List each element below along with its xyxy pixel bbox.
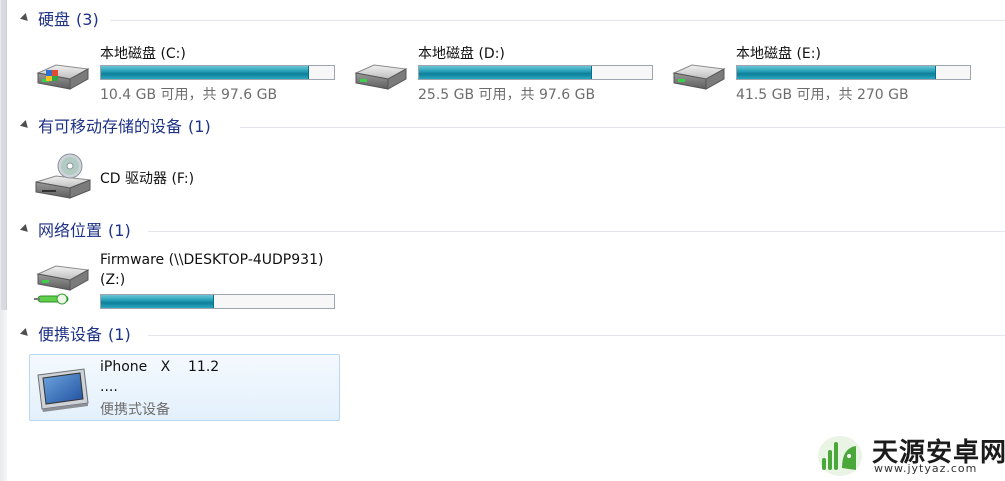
cd-drive-f[interactable]: CD 驱动器 (F:) [32,148,342,206]
capacity-bar [100,294,335,309]
device-name: iPhone X 11.2 [100,359,220,375]
cd-drive-icon [35,153,91,199]
drive-e[interactable]: 本地磁盘 (E:) 41.5 GB 可用，共 270 GB [668,43,978,103]
hard-disk-icon [36,64,90,90]
watermark-logo-icon [818,436,862,476]
group-network-locations: 网络位置 (1) Firmware (\\DESKTOP-4UDP931) (Z:… [0,220,1005,320]
device-detail: .... [100,379,118,395]
watermark-url: www.jytyaz.com [874,462,978,475]
collapse-arrow-icon[interactable] [20,120,31,131]
capacity-fill [101,295,214,308]
group-removable-storage: 有可移动存储的设备 (1) CD 驱动器 (F:) [0,116,1005,206]
network-drive-name: Firmware (\\DESKTOP-4UDP931) [100,252,324,268]
group-title-text: 有可移动存储的设备 [38,117,183,136]
group-title: 便携设备 (1) [38,324,131,346]
group-title: 网络位置 (1) [38,220,131,242]
hard-disk-icon [354,64,408,90]
drive-name: CD 驱动器 (F:) [100,171,195,187]
group-title-text: 网络位置 [38,221,103,240]
group-count: (3) [76,10,99,29]
group-count: (1) [108,325,131,344]
capacity-bar [736,65,971,80]
capacity-fill [101,66,310,79]
network-drive-icon [34,265,90,305]
capacity-fill [419,66,593,79]
drive-name: 本地磁盘 (C:) [100,46,186,62]
hard-disk-icon [672,64,726,90]
capacity-bar [418,65,653,80]
collapse-arrow-icon[interactable] [20,328,31,339]
drive-free-space: 41.5 GB 可用，共 270 GB [736,87,909,103]
watermark: 天源安卓网 www.jytyaz.com [812,432,1005,478]
group-divider [148,231,1005,232]
network-drive-z[interactable]: Firmware (\\DESKTOP-4UDP931) (Z:) [32,252,342,314]
portable-device-icon [37,368,89,412]
group-title-text: 便携设备 [38,325,103,344]
group-title: 硬盘 (3) [38,9,99,31]
group-title-text: 硬盘 [38,10,71,29]
drive-d[interactable]: 本地磁盘 (D:) 25.5 GB 可用，共 97.6 GB [350,43,660,103]
capacity-fill [737,66,937,79]
drive-c[interactable]: 本地磁盘 (C:) 10.4 GB 可用，共 97.6 GB [32,43,342,103]
collapse-arrow-icon[interactable] [20,13,31,24]
group-header-portable[interactable]: 便携设备 (1) [0,324,1005,346]
group-header-removable[interactable]: 有可移动存储的设备 (1) [0,116,1005,138]
drive-name: 本地磁盘 (D:) [418,46,505,62]
group-divider [240,127,1005,128]
drive-free-space: 10.4 GB 可用，共 97.6 GB [100,87,278,103]
group-header-network[interactable]: 网络位置 (1) [0,220,1005,242]
group-count: (1) [108,221,131,240]
collapse-arrow-icon[interactable] [20,224,31,235]
group-divider [148,335,1005,336]
group-header-hard-disks[interactable]: 硬盘 (3) [0,9,1005,31]
device-type: 便携式设备 [100,402,170,418]
capacity-bar [100,65,335,80]
portable-device-iphone[interactable]: iPhone X 11.2 .... 便携式设备 [29,354,340,421]
group-count: (1) [188,117,211,136]
group-divider [110,20,1005,21]
group-title: 有可移动存储的设备 (1) [38,116,211,138]
drive-name: 本地磁盘 (E:) [736,46,821,62]
group-hard-disks: 硬盘 (3) 本地磁盘 (C:) 10.4 GB 可用，共 97.6 GB 本地磁… [0,9,1005,109]
network-drive-letter: (Z:) [100,272,126,288]
drive-free-space: 25.5 GB 可用，共 97.6 GB [418,87,596,103]
